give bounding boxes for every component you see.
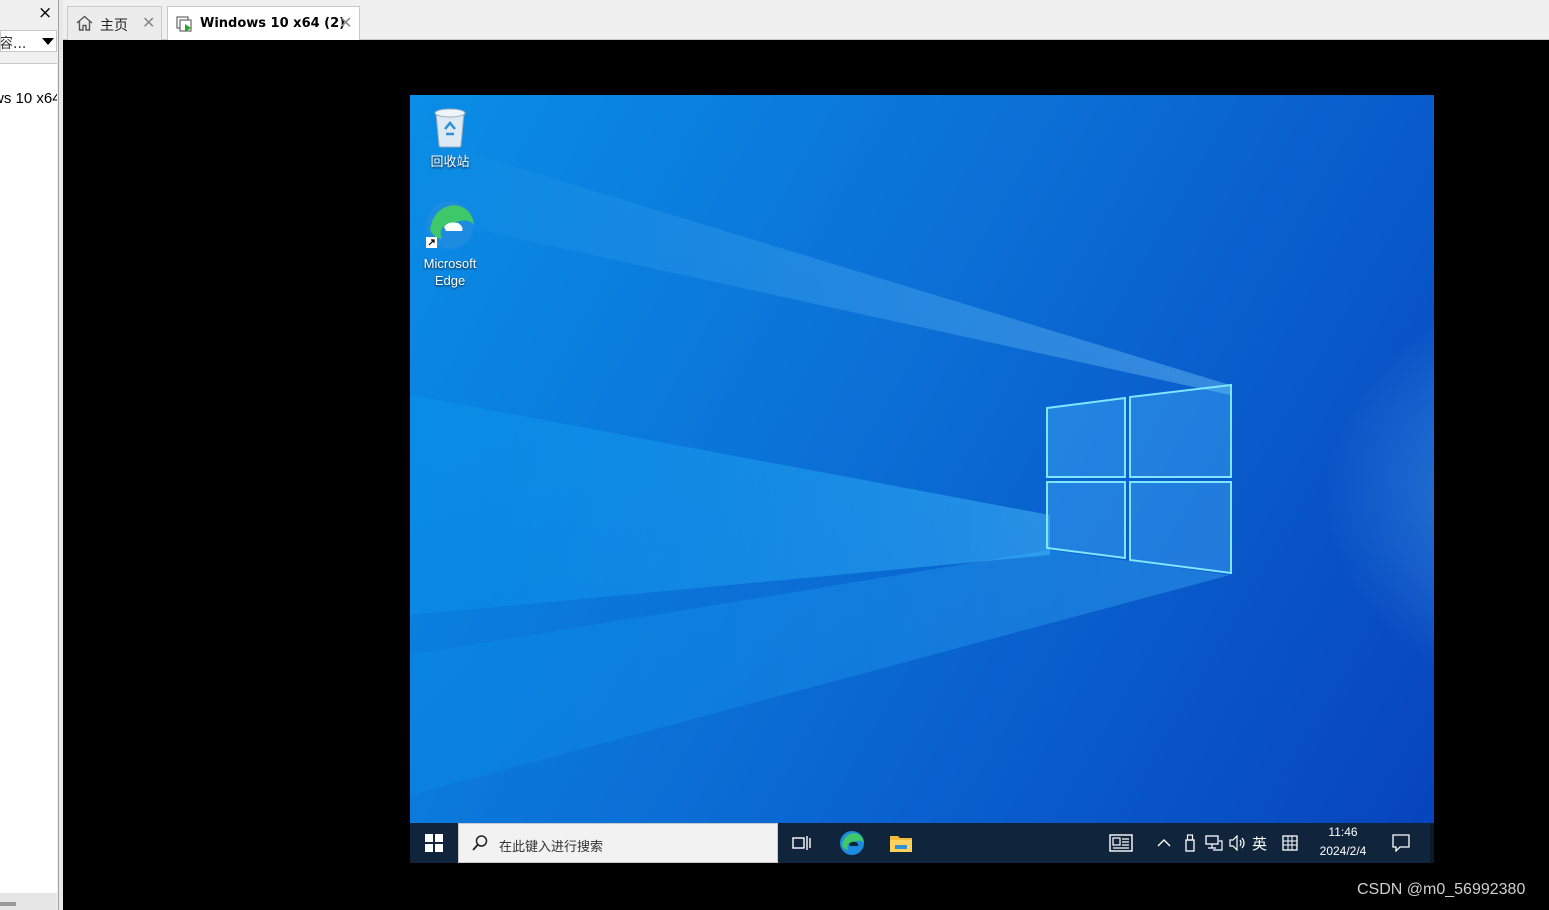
- scrollbar-thumb[interactable]: [0, 902, 16, 906]
- library-search-text: 容...: [0, 36, 27, 52]
- tab-vm-close-icon[interactable]: ✕: [339, 13, 352, 32]
- tab-home-close-icon[interactable]: ✕: [142, 13, 155, 32]
- home-icon: [76, 15, 93, 36]
- notification-center-button[interactable]: [1386, 823, 1416, 863]
- tab-home[interactable]: 主页 ✕: [67, 6, 162, 40]
- taskbar-edge: [1430, 823, 1434, 863]
- search-icon: [471, 834, 489, 857]
- tab-vm[interactable]: Windows 10 x64 (2) ✕: [167, 6, 360, 41]
- taskbar-file-explorer-button[interactable]: [877, 823, 925, 863]
- tray-volume-button[interactable]: [1227, 823, 1249, 863]
- edge-label-line2: Edge: [434, 273, 466, 288]
- tray-ime-mode-button[interactable]: [1278, 823, 1300, 863]
- ime-icon: 英: [1252, 835, 1268, 853]
- vm-running-icon: [176, 15, 194, 38]
- dropdown-arrow-icon[interactable]: [42, 38, 54, 45]
- edge-label-line1: Microsoft: [423, 256, 477, 271]
- recycle-bin-icon: [410, 103, 490, 152]
- tray-ime-button[interactable]: 英: [1250, 823, 1272, 863]
- tab-home-label: 主页: [100, 18, 128, 34]
- tab-bar: 主页 ✕ Windows 10 x64 (2) ✕: [63, 0, 1549, 41]
- taskbar: 在此键入进行搜索 英 11:46 2024/2/4: [410, 823, 1430, 863]
- watermark: CSDN @m0_56992380: [1357, 881, 1526, 898]
- taskbar-clock[interactable]: 11:46 2024/2/4: [1310, 823, 1376, 863]
- tray-usb-button[interactable]: [1180, 823, 1200, 863]
- desktop-icon-recycle-bin[interactable]: 回收站: [410, 103, 490, 170]
- search-placeholder: 在此键入进行搜索: [499, 840, 604, 855]
- start-button[interactable]: [410, 823, 458, 863]
- windows-wallpaper: [410, 135, 1232, 795]
- clock-date: 2024/2/4: [1319, 844, 1367, 858]
- clock-time: 11:46: [1328, 825, 1358, 839]
- guest-desktop[interactable]: 回收站 Microsoft Edge: [410, 95, 1434, 823]
- tray-network-button[interactable]: [1203, 823, 1225, 863]
- task-view-button[interactable]: [778, 823, 826, 863]
- library-horizontal-scrollbar[interactable]: [0, 893, 57, 910]
- tab-vm-label: Windows 10 x64 (2): [200, 16, 346, 31]
- library-panel: × 容... ws 10 x64: [0, 0, 59, 910]
- library-item-vm[interactable]: ws 10 x64: [0, 90, 57, 107]
- taskbar-search-box[interactable]: 在此键入进行搜索: [458, 823, 778, 863]
- library-search-dropdown[interactable]: 容...: [0, 30, 57, 52]
- desktop-icon-edge[interactable]: Microsoft Edge: [410, 199, 490, 289]
- recycle-bin-label: 回收站: [430, 154, 470, 169]
- tray-news-button[interactable]: [1106, 823, 1136, 863]
- edge-icon: [410, 199, 490, 254]
- taskbar-edge-button[interactable]: [828, 823, 876, 863]
- library-tree: ws 10 x64: [0, 63, 57, 894]
- library-close-button[interactable]: ×: [38, 3, 52, 23]
- tray-show-hidden-button[interactable]: [1154, 823, 1174, 863]
